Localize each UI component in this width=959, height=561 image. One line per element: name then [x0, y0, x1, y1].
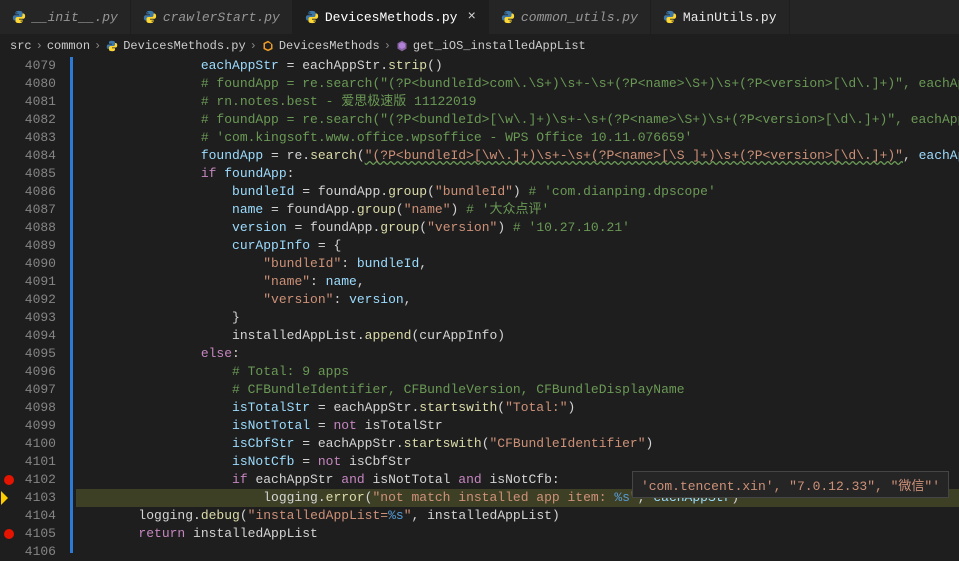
python-file-icon [12, 10, 26, 24]
tab-commonutils[interactable]: common_utils.py [489, 0, 651, 34]
python-file-icon [143, 10, 157, 24]
tab-bar: __init__.py crawlerStart.py DevicesMetho… [0, 0, 959, 35]
chevron-right-icon: › [384, 39, 391, 53]
python-file-icon [663, 10, 677, 24]
tab-init[interactable]: __init__.py [0, 0, 131, 34]
close-icon[interactable]: × [467, 9, 475, 25]
chevron-right-icon: › [94, 39, 101, 53]
breadcrumb-item[interactable]: DevicesMethods [279, 39, 380, 53]
tab-label: MainUtils.py [683, 10, 777, 25]
breadcrumb: src › common › DevicesMethods.py › Devic… [0, 35, 959, 57]
class-icon [261, 39, 275, 53]
python-file-icon [501, 10, 515, 24]
chevron-right-icon: › [250, 39, 257, 53]
method-icon [395, 39, 409, 53]
editor[interactable]: 4079408040814082408340844085408640874088… [0, 57, 959, 553]
tab-devicesmethods[interactable]: DevicesMethods.py × [293, 0, 489, 34]
python-file-icon [305, 10, 319, 24]
python-file-icon [105, 39, 119, 53]
breadcrumb-item[interactable]: get_iOS_installedAppList [413, 39, 586, 53]
line-number-gutter: 4079408040814082408340844085408640874088… [0, 57, 70, 553]
chevron-right-icon: › [36, 39, 43, 53]
tab-label: DevicesMethods.py [325, 10, 458, 25]
breadcrumb-item[interactable]: common [47, 39, 90, 53]
tab-label: crawlerStart.py [163, 10, 280, 25]
tab-crawler[interactable]: crawlerStart.py [131, 0, 293, 34]
tab-label: __init__.py [32, 10, 118, 25]
tab-label: common_utils.py [521, 10, 638, 25]
tab-mainutils[interactable]: MainUtils.py [651, 0, 790, 34]
debug-value-tooltip: 'com.tencent.xin', "7.0.12.33", "微信"' [632, 471, 949, 498]
breadcrumb-item[interactable]: src [10, 39, 32, 53]
breadcrumb-item[interactable]: DevicesMethods.py [123, 39, 245, 53]
